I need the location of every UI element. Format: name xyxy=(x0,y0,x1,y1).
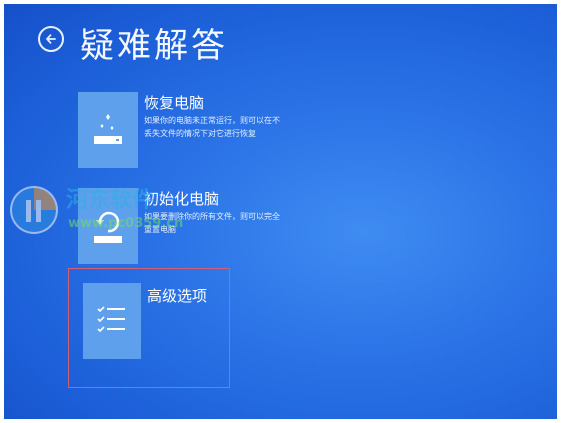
advanced-options-tile xyxy=(83,283,141,359)
page-title: 疑难解答 xyxy=(80,26,228,66)
option-advanced-options[interactable]: 高级选项 xyxy=(68,268,230,388)
back-button[interactable] xyxy=(38,26,64,52)
watermark: 河东软件 www.pc0359.cn xyxy=(6,180,246,240)
watermark-text: 河东软件 xyxy=(66,188,155,213)
option-refresh-pc[interactable]: 恢复电脑 如果你的电脑未正常运行，则可以在不丢失文件的情况下对它进行恢复 xyxy=(78,92,298,172)
refresh-pc-tile xyxy=(78,92,138,168)
option-title: 恢复电脑 xyxy=(144,94,205,112)
troubleshoot-screen: 疑难解答 恢复电脑 如果你的电脑未正常运行，则可以在不丢失文件的情况下对它进行恢… xyxy=(4,4,557,419)
back-arrow-icon xyxy=(46,34,56,44)
watermark-logo-icon xyxy=(10,186,58,234)
option-description: 如果你的电脑未正常运行，则可以在不丢失文件的情况下对它进行恢复 xyxy=(144,116,280,138)
watermark-url: www.pc0359.cn xyxy=(68,216,184,231)
refresh-pc-icon xyxy=(94,114,122,144)
option-title: 高级选项 xyxy=(147,287,208,305)
checklist-icon xyxy=(97,306,125,333)
